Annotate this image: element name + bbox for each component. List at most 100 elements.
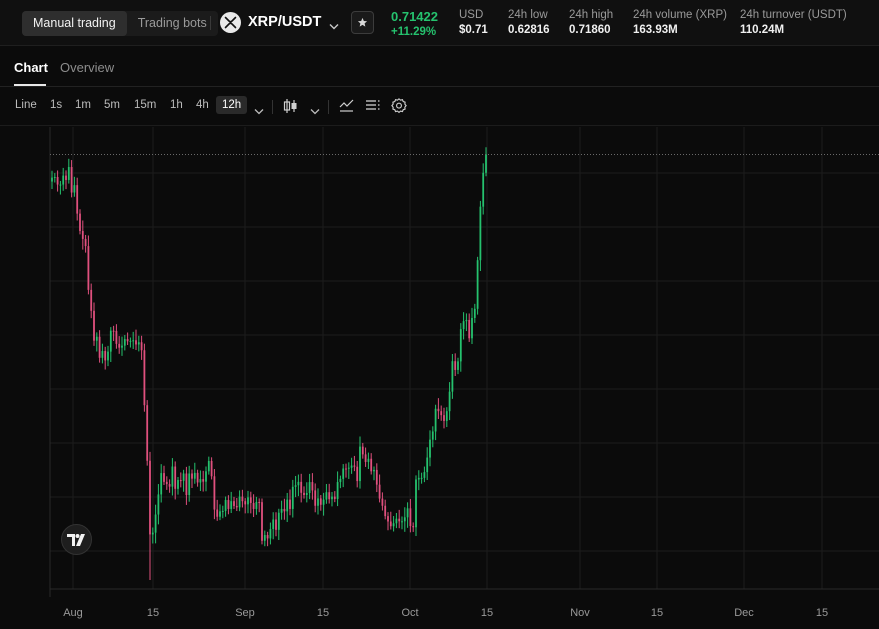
candle	[90, 283, 93, 319]
candle-body	[219, 511, 221, 517]
candle	[361, 442, 364, 459]
candle-body	[277, 512, 280, 530]
settings-icon[interactable]	[390, 97, 408, 120]
x-tick-label: Sep	[235, 607, 255, 619]
candle	[375, 463, 378, 493]
candle	[230, 491, 233, 514]
chevron-down-icon[interactable]	[329, 17, 339, 35]
candle	[216, 499, 219, 521]
candle	[387, 512, 389, 531]
tradingview-logo-icon[interactable]	[61, 524, 92, 555]
candle-body	[415, 479, 417, 528]
candle-body	[381, 498, 384, 506]
candle-body	[479, 206, 482, 261]
candle-body	[339, 478, 342, 483]
candle	[171, 458, 174, 496]
timeframe-1m[interactable]: 1m	[75, 99, 91, 111]
favorite-button[interactable]	[351, 11, 374, 34]
candle-body	[135, 340, 137, 345]
stat-value: 0.62816	[508, 24, 550, 36]
candle-body	[123, 339, 126, 346]
candle-body	[224, 499, 227, 511]
tab-chart[interactable]: Chart	[14, 60, 48, 75]
candle	[135, 329, 137, 351]
candle-body	[174, 466, 177, 489]
candle-body	[308, 482, 311, 494]
candle-body	[126, 339, 129, 342]
candle-body	[347, 467, 350, 469]
candle-body	[328, 492, 331, 500]
candle-body	[244, 501, 247, 505]
candle-body	[247, 497, 249, 505]
candle	[451, 353, 454, 399]
candle-body	[62, 175, 65, 185]
candle-body	[440, 411, 443, 416]
candle-body	[325, 492, 328, 500]
timeframe-15m[interactable]: 15m	[134, 99, 156, 111]
pair-selector[interactable]: XRP/USDT	[248, 14, 321, 30]
candle	[269, 522, 272, 545]
candle	[440, 405, 443, 421]
header-divider	[210, 16, 211, 30]
tab-overview[interactable]: Overview	[60, 60, 114, 75]
candlestick-chart[interactable]: Aug 15 Sep 15 Oct 15 Nov 15 Dec 15	[0, 127, 879, 629]
candle-body	[305, 493, 308, 496]
candle-body	[286, 499, 289, 512]
chevron-down-icon[interactable]	[254, 102, 264, 120]
candle-body	[311, 482, 314, 491]
price-chart[interactable]: Aug 15 Sep 15 Oct 15 Nov 15 Dec 15	[0, 127, 879, 629]
candle	[434, 404, 437, 441]
candle-body	[485, 154, 487, 173]
candle-body	[129, 340, 132, 342]
candle-body	[205, 471, 207, 482]
candle-body	[221, 510, 224, 512]
candle	[115, 324, 118, 349]
candle-body	[451, 361, 454, 392]
candle	[283, 498, 286, 520]
candle-body	[255, 501, 258, 509]
candle-body	[171, 466, 174, 487]
candle	[476, 256, 479, 315]
candle-body	[182, 473, 185, 481]
candle	[191, 469, 193, 488]
stat-label: USD	[459, 9, 484, 21]
candle-body	[109, 330, 112, 352]
candlestick-icon[interactable]	[283, 98, 298, 119]
candle	[426, 447, 429, 481]
active-tab-indicator	[14, 84, 46, 86]
timeframe-5m[interactable]: 5m	[104, 99, 120, 111]
candle	[437, 398, 440, 420]
candle	[202, 470, 205, 492]
candle-body	[342, 468, 345, 479]
candle-body	[300, 481, 303, 493]
candle	[132, 331, 135, 350]
list-icon[interactable]	[365, 98, 380, 118]
candle-body	[420, 477, 423, 479]
candle-body	[375, 469, 378, 485]
manual-trading-tab[interactable]: Manual trading	[22, 11, 127, 36]
chart-type-line[interactable]: Line	[15, 99, 37, 111]
candle	[482, 163, 485, 215]
timeframe-1h[interactable]: 1h	[170, 99, 183, 111]
candle	[289, 489, 291, 516]
candle-body	[59, 184, 62, 186]
trading-bots-tab[interactable]: Trading bots	[127, 11, 218, 36]
candle	[126, 332, 129, 345]
candle	[199, 470, 202, 492]
candle	[314, 483, 317, 513]
trading-mode-switch: Manual trading Trading bots	[22, 11, 218, 36]
timeframe-1s[interactable]: 1s	[50, 99, 62, 111]
candle	[350, 457, 353, 474]
candle	[177, 477, 179, 495]
candle	[261, 498, 263, 545]
indicators-icon[interactable]	[339, 98, 354, 118]
candle-body	[235, 505, 238, 508]
candle-body	[188, 473, 191, 496]
candle-body	[115, 330, 118, 344]
timeframe-4h[interactable]: 4h	[196, 99, 209, 111]
candle-body	[93, 310, 95, 341]
stat-value: 0.71860	[569, 24, 611, 36]
chevron-down-icon[interactable]	[310, 102, 320, 120]
timeframe-12h[interactable]: 12h	[216, 96, 248, 114]
candle-body	[350, 465, 353, 468]
